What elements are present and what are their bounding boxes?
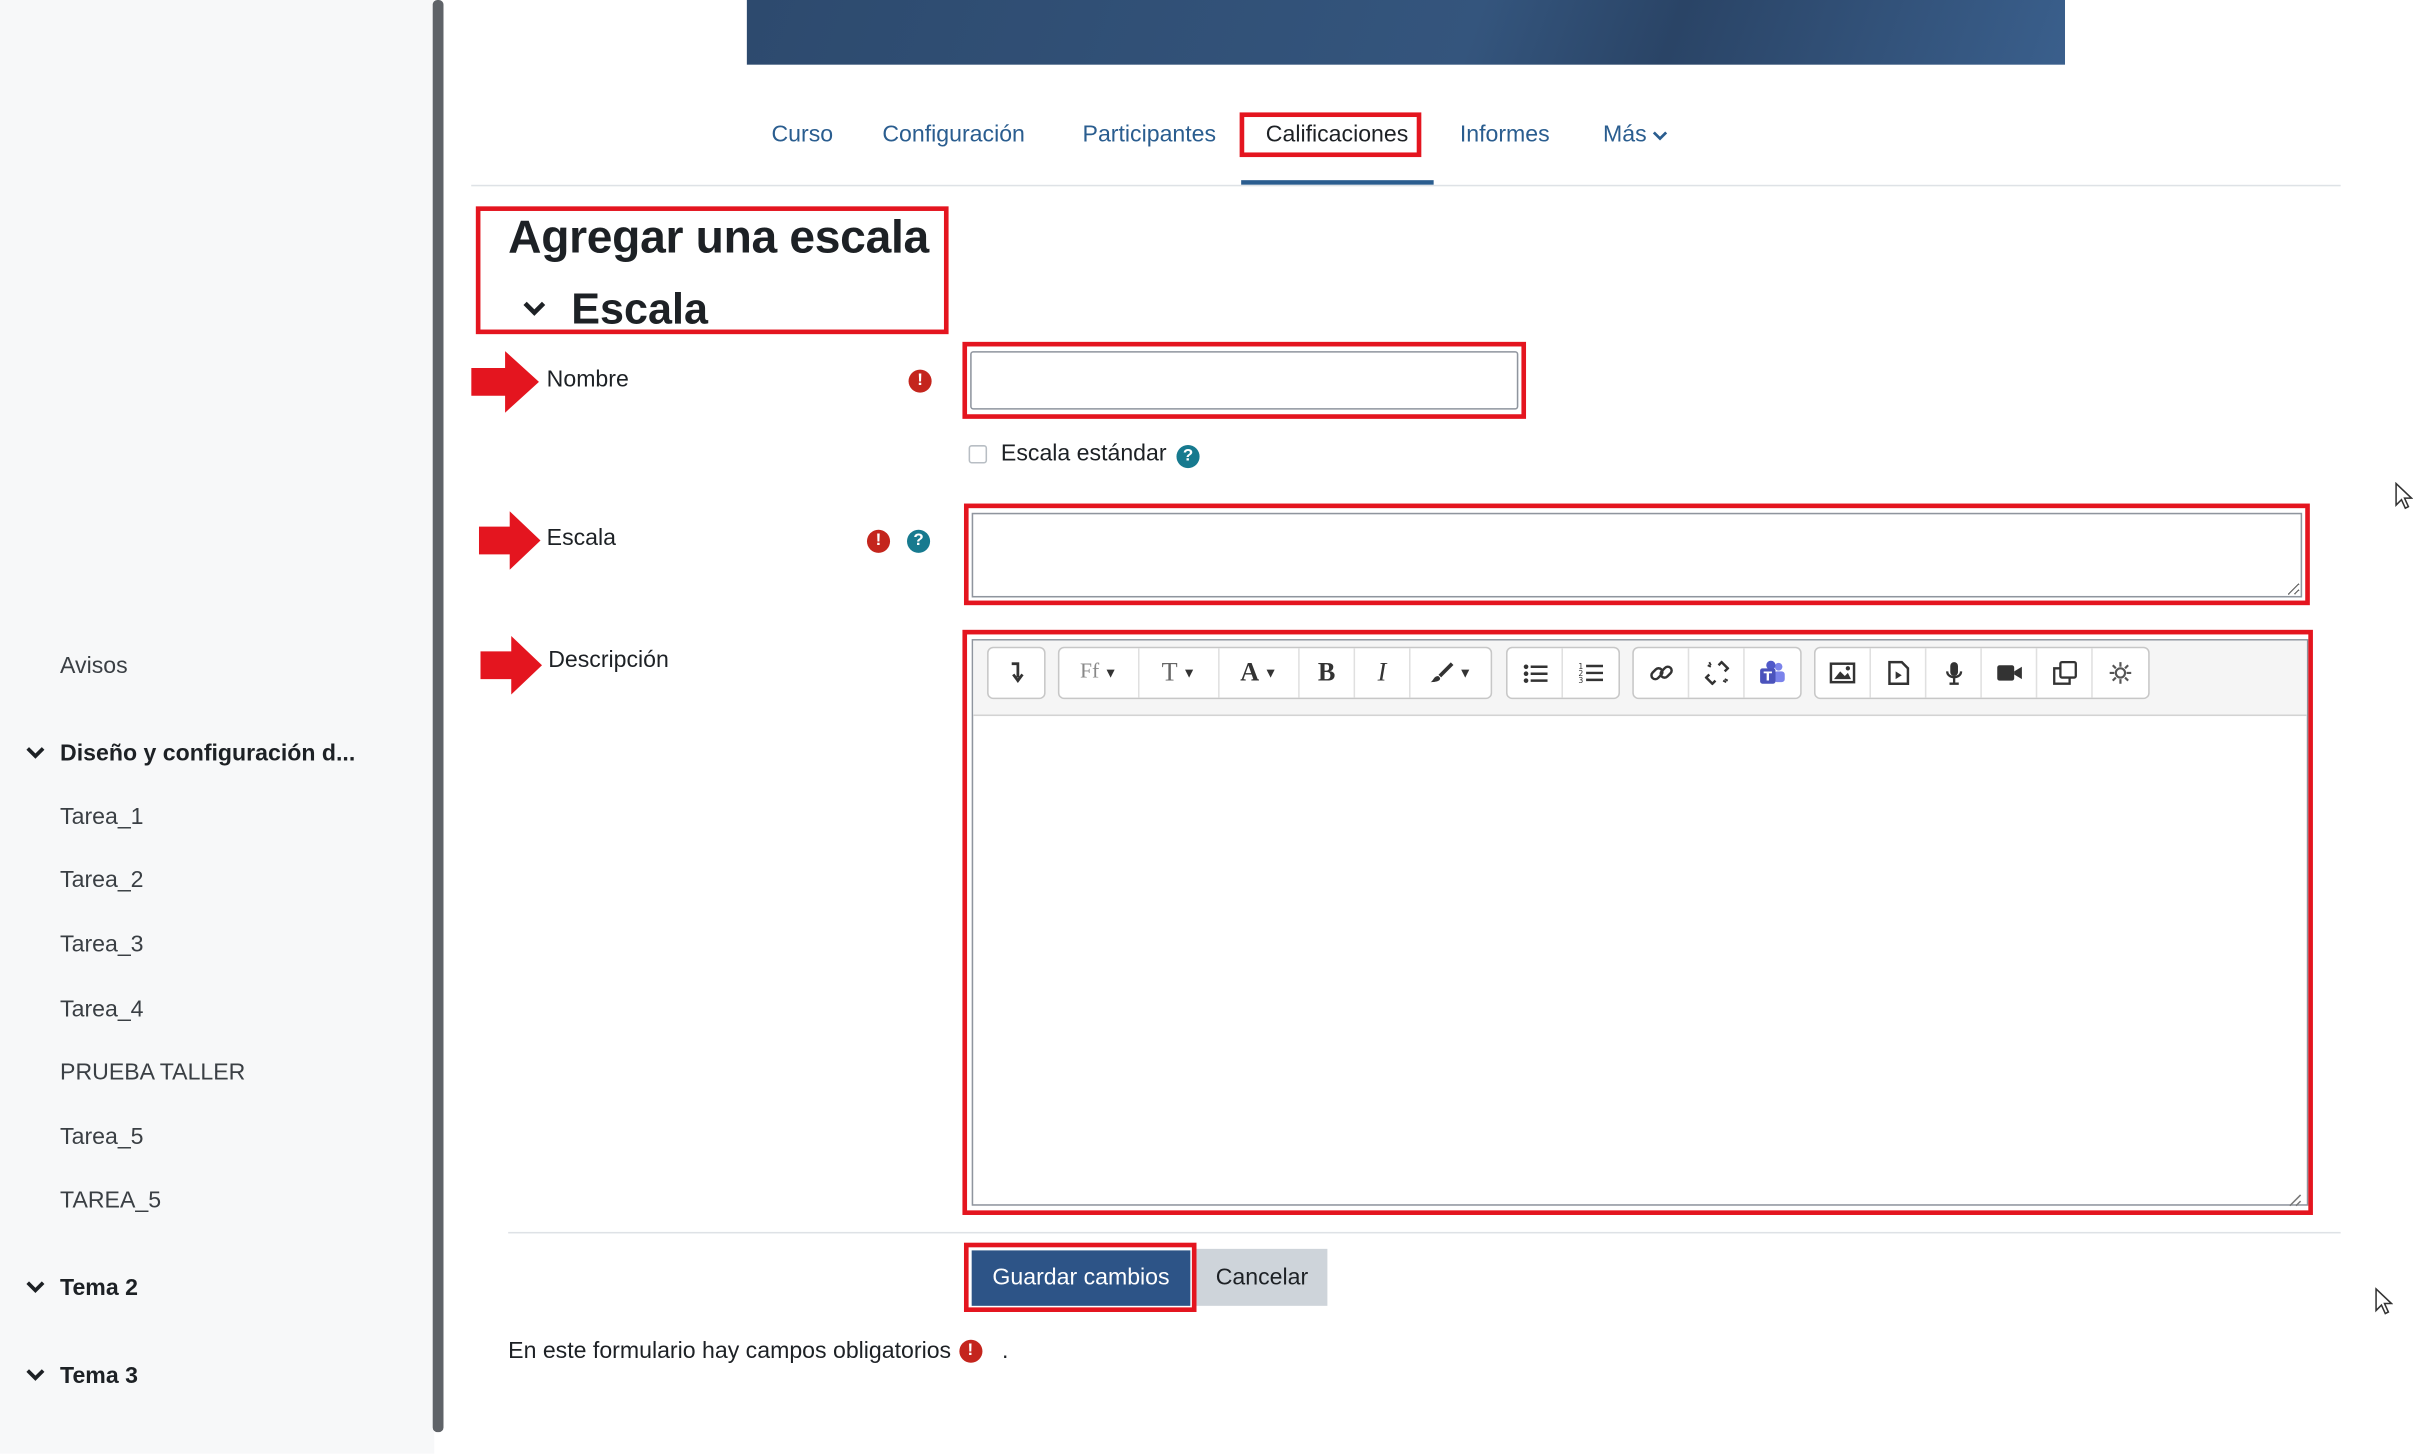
question-circle-icon[interactable]: ? — [907, 529, 931, 553]
sidebar-section-tema-2[interactable]: Tema 2 — [25, 1275, 138, 1301]
exclamation-circle-icon[interactable]: ! — [908, 369, 932, 393]
tab-configuracion[interactable]: Configuración — [882, 122, 1025, 148]
sidebar-item-tarea-2[interactable]: Tarea_2 — [60, 867, 143, 893]
standard-scale-checkbox[interactable] — [968, 445, 988, 464]
required-note-period: . — [1001, 1338, 1009, 1365]
mouse-cursor-icon — [2375, 1287, 2394, 1322]
chevron-down-icon[interactable] — [25, 1363, 53, 1389]
name-label: Nombre — [546, 366, 629, 393]
tab-curso[interactable]: Curso — [771, 122, 833, 148]
description-label: Descripción — [548, 646, 669, 673]
highlight-box-name — [962, 341, 1527, 419]
required-note-text: En este formulario hay campos obligatori… — [508, 1338, 952, 1365]
chevron-down-icon — [1653, 122, 1668, 148]
highlight-box-save — [963, 1242, 1197, 1312]
red-arrow-icon — [471, 351, 539, 420]
tab-participantes[interactable]: Participantes — [1083, 122, 1217, 148]
highlight-box-scale — [963, 503, 2310, 606]
highlight-box-heading — [475, 206, 949, 335]
course-header-banner — [746, 0, 2066, 65]
chevron-down-icon[interactable] — [25, 1275, 53, 1301]
sidebar-section-label: Diseño y configuración d... — [60, 740, 356, 767]
course-index-sidebar: Avisos Diseño y configuración d... Tarea… — [0, 0, 435, 1454]
red-arrow-icon — [478, 511, 541, 577]
red-arrow-icon — [480, 635, 543, 702]
sidebar-section-tema-3[interactable]: Tema 3 — [25, 1363, 138, 1389]
sidebar-scrollbar[interactable] — [432, 0, 444, 1433]
sidebar-item-tarea-3[interactable]: Tarea_3 — [60, 932, 143, 958]
sidebar-item-avisos[interactable]: Avisos — [60, 653, 128, 679]
cancel-button[interactable]: Cancelar — [1196, 1248, 1328, 1306]
highlight-box-description — [962, 629, 2313, 1215]
tab-informes[interactable]: Informes — [1460, 122, 1550, 148]
sidebar-item-prueba-taller[interactable]: PRUEBA TALLER — [60, 1059, 245, 1085]
sidebar-item-tarea-1[interactable]: Tarea_1 — [60, 804, 143, 830]
required-fields-note: En este formulario hay campos obligatori… — [508, 1338, 1008, 1364]
form-divider — [508, 1231, 2341, 1234]
sidebar-section-diseno[interactable]: Diseño y configuración d... — [25, 740, 356, 767]
chevron-down-icon[interactable] — [25, 741, 53, 767]
tab-mas-label: Más — [1603, 121, 1647, 148]
sidebar-item-tarea-5-upper[interactable]: TAREA_5 — [60, 1187, 161, 1213]
question-circle-icon[interactable]: ? — [1176, 445, 1200, 469]
exclamation-circle-icon: ! — [958, 1339, 982, 1363]
exclamation-circle-icon[interactable]: ! — [866, 529, 891, 553]
highlight-box-tab — [1239, 112, 1422, 158]
sidebar-section-label: Tema 3 — [60, 1362, 138, 1389]
mouse-cursor-icon — [2395, 481, 2413, 517]
tab-mas[interactable]: Más — [1603, 122, 1668, 148]
scale-label: Escala — [546, 525, 617, 552]
tabs-divider — [471, 184, 2341, 187]
sidebar-item-tarea-5[interactable]: Tarea_5 — [60, 1124, 143, 1150]
sidebar-section-label: Tema 2 — [60, 1275, 138, 1302]
standard-scale-label[interactable]: Escala estándar — [1001, 440, 1167, 466]
sidebar-item-tarea-4[interactable]: Tarea_4 — [60, 996, 143, 1022]
